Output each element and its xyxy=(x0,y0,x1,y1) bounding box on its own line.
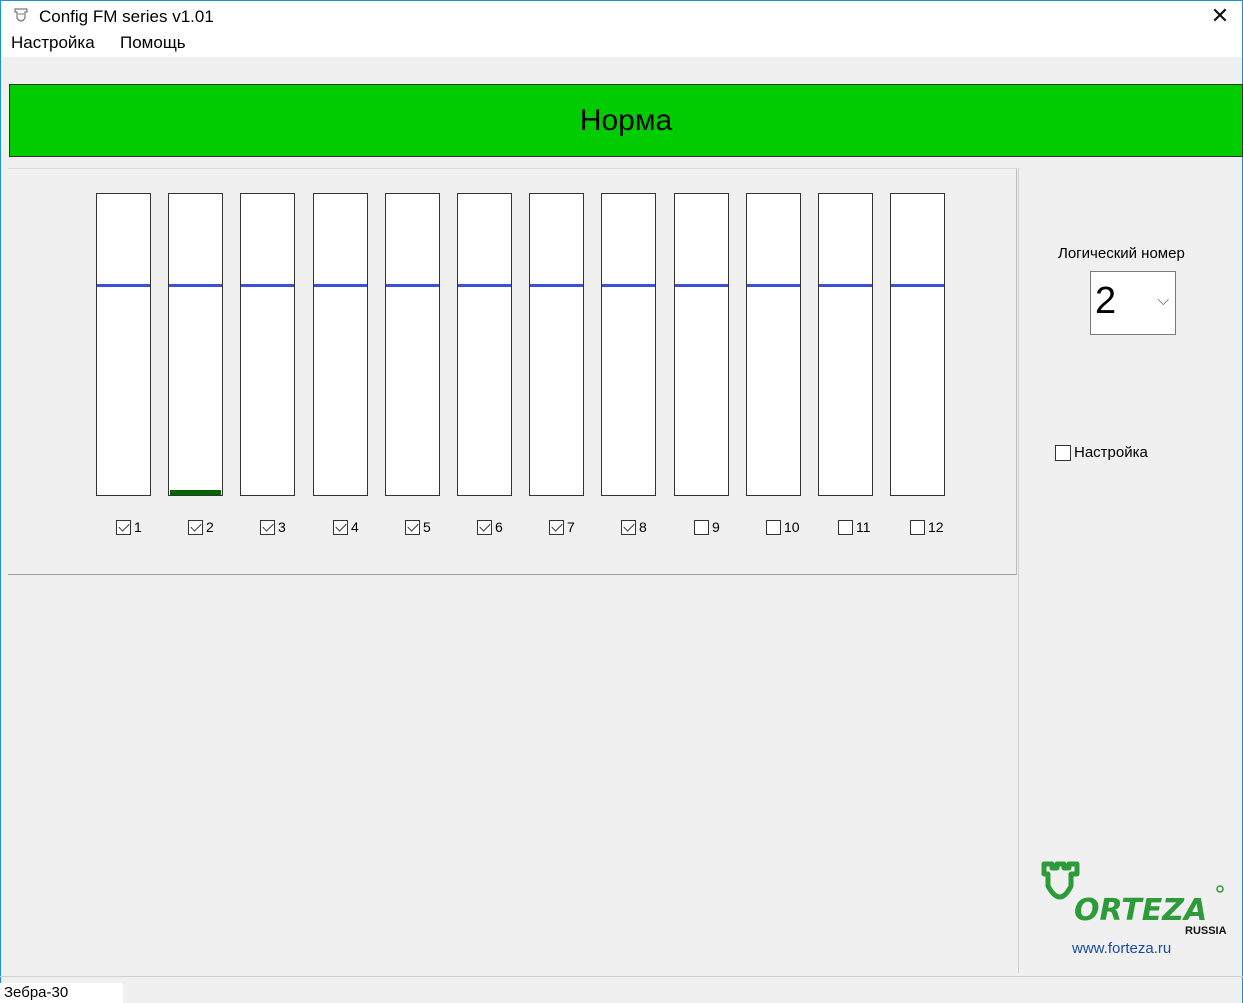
checkbox-label: 2 xyxy=(206,519,214,535)
svg-text:ORTEZA: ORTEZA xyxy=(1074,893,1207,928)
app-icon xyxy=(14,8,28,22)
threshold-line xyxy=(530,284,583,287)
channel-bar-5 xyxy=(385,193,440,496)
threshold-line xyxy=(386,284,439,287)
checkbox-box[interactable] xyxy=(405,519,420,535)
channel-bar-7 xyxy=(529,193,584,496)
checkbox-box[interactable] xyxy=(116,519,131,535)
logical-number-value: 2 xyxy=(1095,280,1117,322)
channel-bar-10 xyxy=(746,193,801,496)
checkbox-label: 3 xyxy=(278,519,286,535)
close-icon[interactable]: ✕ xyxy=(1198,1,1242,31)
channel-checkbox-5[interactable]: 5 xyxy=(405,517,431,537)
channel-bar-9 xyxy=(674,193,729,496)
checkbox-label: 1 xyxy=(134,519,142,535)
channel-checkbox-2[interactable]: 2 xyxy=(188,517,214,537)
threshold-line xyxy=(169,284,222,287)
threshold-line xyxy=(97,284,150,287)
checkbox-label: 7 xyxy=(567,519,575,535)
logical-number-label: Логический номер xyxy=(1058,245,1185,262)
checkbox-box[interactable] xyxy=(260,519,275,535)
channel-checkbox-11[interactable]: 11 xyxy=(838,517,871,537)
checkbox-box[interactable] xyxy=(910,519,925,535)
threshold-line xyxy=(747,284,800,287)
menu-settings[interactable]: Настройка xyxy=(11,31,95,53)
status-separator xyxy=(0,976,1243,977)
checkbox-box[interactable] xyxy=(333,519,348,535)
status-bar-text: Зебра-30 xyxy=(0,983,123,1003)
chevron-down-icon: ⌵ xyxy=(1157,292,1169,309)
checkbox-label: 12 xyxy=(928,519,944,535)
threshold-line xyxy=(891,284,944,287)
checkbox-label: 6 xyxy=(495,519,503,535)
svg-text:RUSSIA: RUSSIA xyxy=(1185,925,1227,937)
threshold-line xyxy=(602,284,655,287)
channel-checkbox-12[interactable]: 12 xyxy=(910,517,944,537)
channel-bar-8 xyxy=(601,193,656,496)
title-bar: Config FM series v1.01 ✕ xyxy=(1,1,1242,31)
channel-bar-6 xyxy=(457,193,512,496)
checkbox-label: 9 xyxy=(712,519,720,535)
settings-checkbox-box[interactable] xyxy=(1055,444,1071,461)
level-fill xyxy=(170,490,221,495)
channel-checkbox-9[interactable]: 9 xyxy=(694,517,720,537)
channel-bar-1 xyxy=(96,193,151,496)
channel-checkbox-7[interactable]: 7 xyxy=(549,517,575,537)
channel-bar-3 xyxy=(240,193,295,496)
threshold-line xyxy=(819,284,872,287)
checkbox-box[interactable] xyxy=(477,519,492,535)
panel-divider xyxy=(1018,168,1019,973)
channel-checkbox-4[interactable]: 4 xyxy=(333,517,359,537)
menu-bar: Настройка Помощь xyxy=(1,31,1242,57)
menu-help[interactable]: Помощь xyxy=(120,31,186,53)
threshold-line xyxy=(241,284,294,287)
channel-bar-11 xyxy=(818,193,873,496)
checkbox-label: 10 xyxy=(784,519,800,535)
website-link[interactable]: www.forteza.ru xyxy=(1072,940,1171,957)
status-banner: Норма xyxy=(9,84,1243,157)
checkbox-box[interactable] xyxy=(188,519,203,535)
threshold-line xyxy=(314,284,367,287)
channel-bar-12 xyxy=(890,193,945,496)
channel-checkbox-1[interactable]: 1 xyxy=(116,517,142,537)
channel-checkbox-6[interactable]: 6 xyxy=(477,517,503,537)
checkbox-box[interactable] xyxy=(766,519,781,535)
checkbox-box[interactable] xyxy=(694,519,709,535)
channel-checkbox-3[interactable]: 3 xyxy=(260,517,286,537)
checkbox-label: 8 xyxy=(639,519,647,535)
checkbox-label: 11 xyxy=(856,519,871,535)
window-title: Config FM series v1.01 xyxy=(39,7,214,26)
channel-bar-2 xyxy=(168,193,223,496)
threshold-line xyxy=(458,284,511,287)
checkbox-label: 5 xyxy=(423,519,431,535)
checkbox-box[interactable] xyxy=(549,519,564,535)
logical-number-select[interactable]: 2 ⌵ xyxy=(1090,271,1176,335)
channel-checkbox-8[interactable]: 8 xyxy=(621,517,647,537)
threshold-line xyxy=(675,284,728,287)
checkbox-box[interactable] xyxy=(621,519,636,535)
settings-checkbox-label: Настройка xyxy=(1074,444,1148,461)
channel-checkbox-10[interactable]: 10 xyxy=(766,517,800,537)
checkbox-label: 4 xyxy=(351,519,359,535)
checkbox-box[interactable] xyxy=(838,519,853,535)
channel-bar-4 xyxy=(313,193,368,496)
settings-checkbox[interactable]: Настройка xyxy=(1055,444,1148,461)
